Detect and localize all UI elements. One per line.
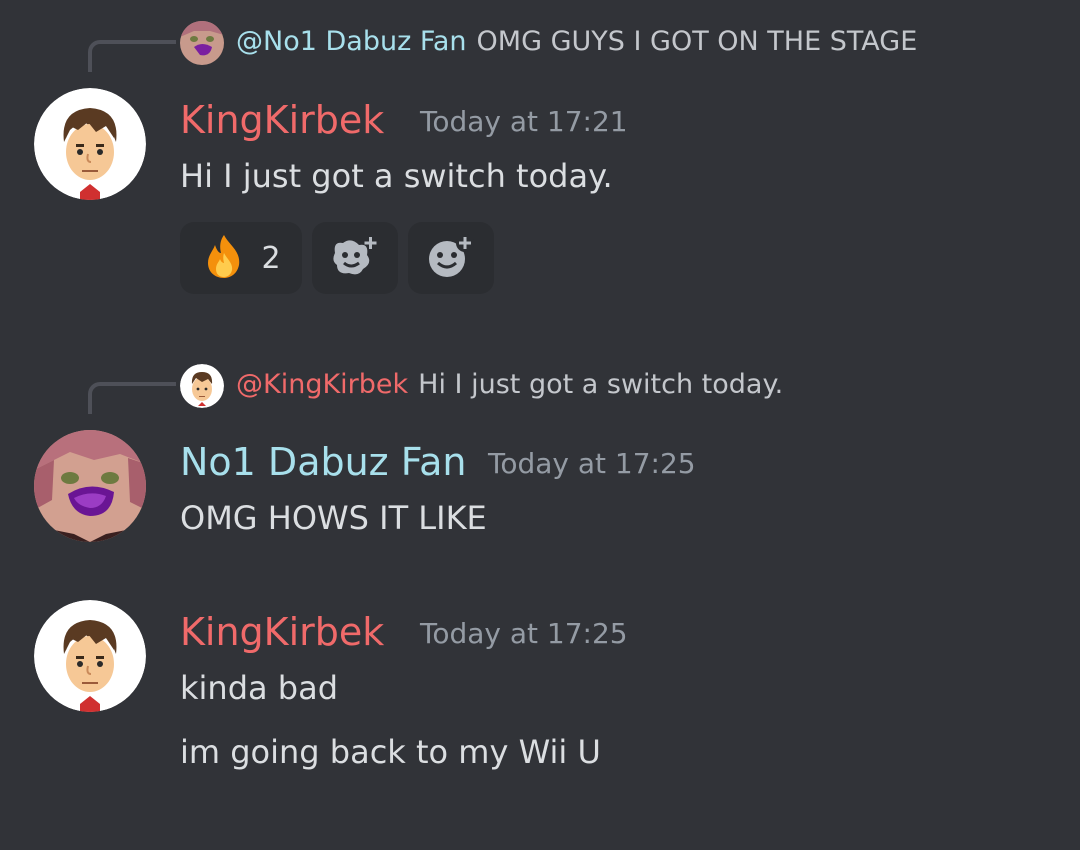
reply-mention[interactable]: @No1 Dabuz Fan bbox=[236, 26, 467, 57]
author-name[interactable]: No1 Dabuz Fan bbox=[180, 438, 466, 486]
author-name[interactable]: KingKirbek bbox=[180, 608, 384, 656]
dabuz-fan-avatar[interactable] bbox=[34, 430, 146, 542]
reply-connector bbox=[88, 382, 176, 414]
reaction-count: 2 bbox=[261, 240, 281, 276]
add-reaction-icon bbox=[425, 233, 477, 283]
reply-content: Hi I just got a switch today. bbox=[418, 369, 784, 400]
fire-emoji-icon bbox=[201, 233, 247, 283]
author-name[interactable]: KingKirbek bbox=[180, 96, 384, 144]
mii-avatar[interactable] bbox=[34, 88, 146, 200]
add-super-reaction-icon bbox=[329, 233, 381, 283]
reply-preview[interactable]: @KingKirbek Hi I just got a switch today. bbox=[236, 367, 783, 403]
message-timestamp: Today at 17:25 bbox=[420, 617, 628, 650]
mii-avatar[interactable] bbox=[34, 600, 146, 712]
reaction-fire[interactable]: 2 bbox=[180, 222, 302, 294]
message-text: OMG HOWS IT LIKE bbox=[180, 499, 487, 537]
dabuz-fan-avatar[interactable] bbox=[180, 21, 224, 65]
message-text: im going back to my Wii U bbox=[180, 733, 601, 771]
reply-connector bbox=[88, 40, 176, 72]
mii-avatar[interactable] bbox=[180, 364, 224, 408]
add-super-reaction-button[interactable] bbox=[312, 222, 398, 294]
reply-preview[interactable]: @No1 Dabuz Fan OMG GUYS I GOT ON THE STAG… bbox=[236, 24, 917, 60]
message-timestamp: Today at 17:21 bbox=[420, 105, 628, 138]
add-reaction-button[interactable] bbox=[408, 222, 494, 294]
message-timestamp: Today at 17:25 bbox=[488, 447, 696, 480]
message-text: Hi I just got a switch today. bbox=[180, 157, 613, 195]
message-text: kinda bad bbox=[180, 669, 339, 707]
reply-content: OMG GUYS I GOT ON THE STAGE bbox=[476, 26, 918, 57]
reply-mention[interactable]: @KingKirbek bbox=[236, 369, 408, 400]
